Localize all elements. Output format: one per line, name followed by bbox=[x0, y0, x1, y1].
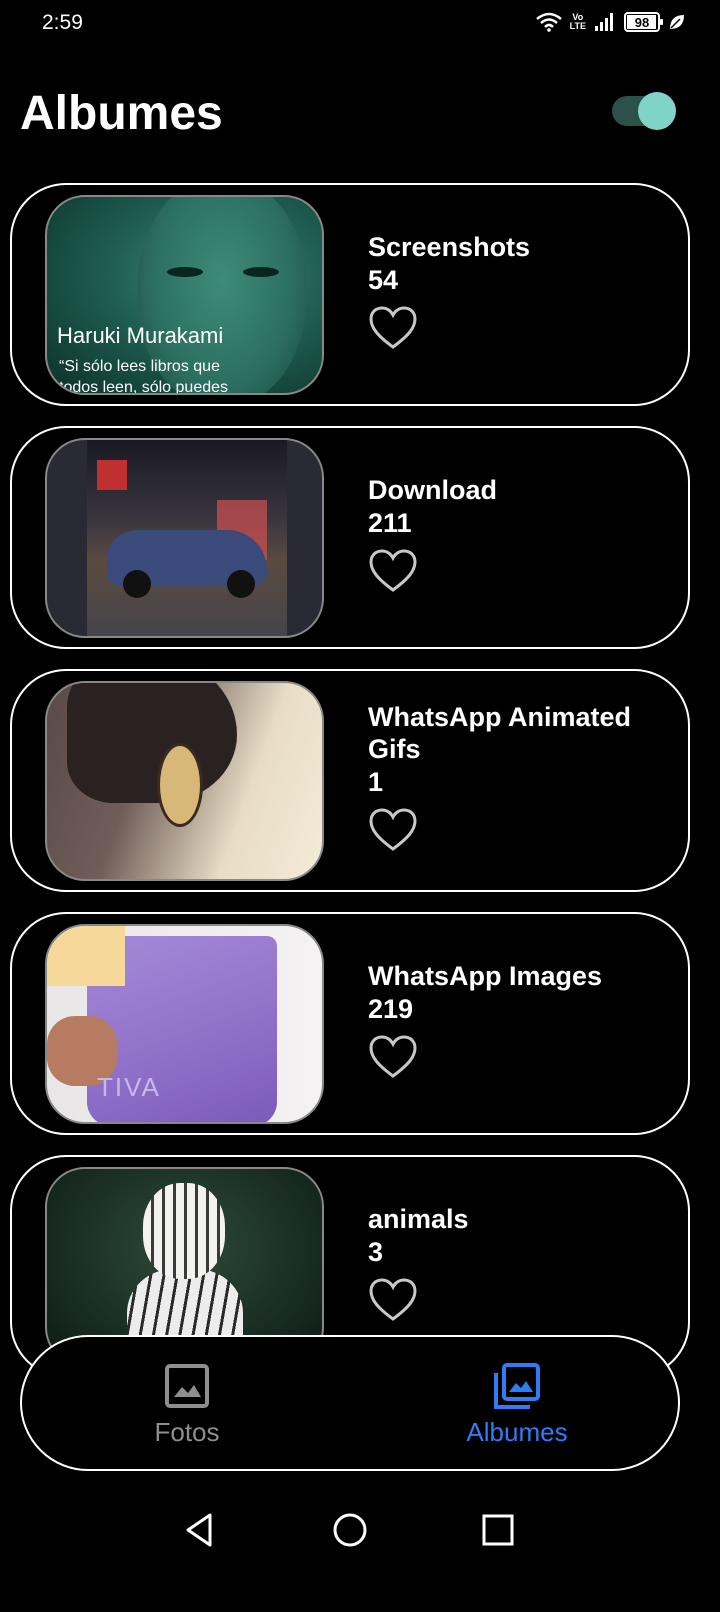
wifi-icon bbox=[535, 12, 562, 32]
album-thumbnail[interactable] bbox=[45, 681, 324, 881]
nav-label-albumes: Albumes bbox=[466, 1417, 568, 1447]
album-card-whatsapp-images[interactable]: TIVA WhatsApp Images 219 bbox=[10, 912, 690, 1135]
status-time: 2:59 bbox=[42, 11, 83, 34]
album-info: Download 211 bbox=[368, 474, 668, 594]
album-count: 54 bbox=[368, 265, 399, 295]
photo-library-icon bbox=[494, 1363, 540, 1409]
album-count: 219 bbox=[368, 994, 414, 1024]
heart-icon[interactable] bbox=[368, 548, 418, 594]
theme-toggle[interactable] bbox=[612, 92, 676, 130]
album-info: WhatsApp Animated Gifs 1 bbox=[368, 701, 668, 853]
album-name: Download bbox=[368, 475, 497, 505]
heart-icon[interactable] bbox=[368, 305, 418, 351]
album-card-download[interactable]: Download 211 bbox=[10, 426, 690, 649]
recents-icon[interactable] bbox=[478, 1510, 518, 1550]
image-icon bbox=[165, 1364, 209, 1408]
album-info: Screenshots 54 bbox=[368, 231, 668, 351]
album-name: Screenshots bbox=[368, 232, 531, 262]
status-icons: Vo LTE 98 bbox=[535, 12, 686, 32]
system-navigation-bar bbox=[0, 1490, 720, 1570]
home-icon[interactable] bbox=[330, 1510, 370, 1550]
album-count: 3 bbox=[368, 1237, 384, 1267]
battery-level: 98 bbox=[634, 14, 650, 30]
album-thumbnail[interactable] bbox=[45, 438, 324, 638]
volte-icon: Vo LTE bbox=[569, 12, 586, 31]
album-name: animals bbox=[368, 1204, 469, 1234]
album-name: WhatsApp Animated Gifs bbox=[368, 702, 631, 764]
battery-icon: 98 bbox=[624, 12, 663, 32]
album-info: WhatsApp Images 219 bbox=[368, 960, 668, 1080]
album-count: 1 bbox=[368, 767, 384, 797]
heart-icon[interactable] bbox=[368, 807, 418, 853]
album-count: 211 bbox=[368, 508, 412, 538]
back-icon[interactable] bbox=[180, 1510, 220, 1550]
page-title: Albumes bbox=[20, 87, 223, 140]
thumbnail-text: TIVA bbox=[97, 1072, 161, 1102]
bottom-navigation: Fotos Albumes bbox=[20, 1335, 680, 1471]
album-thumbnail[interactable]: Haruki Murakami “Si sólo lees libros que… bbox=[45, 195, 324, 395]
album-card-whatsapp-animated-gifs[interactable]: WhatsApp Animated Gifs 1 bbox=[10, 669, 690, 892]
nav-label-fotos: Fotos bbox=[154, 1417, 220, 1447]
album-thumbnail[interactable]: TIVA bbox=[45, 924, 324, 1124]
album-name: WhatsApp Images bbox=[368, 961, 603, 991]
nav-tab-albumes[interactable]: Albumes bbox=[417, 1361, 617, 1448]
thumbnail-caption-quote-2: todos leen, sólo puedes bbox=[59, 379, 229, 395]
leaf-icon bbox=[670, 15, 684, 29]
album-card-screenshots[interactable]: Haruki Murakami “Si sólo lees libros que… bbox=[10, 183, 690, 406]
heart-icon[interactable] bbox=[368, 1277, 418, 1323]
signal-icon bbox=[595, 13, 613, 31]
heart-icon[interactable] bbox=[368, 1034, 418, 1080]
album-info: animals 3 bbox=[368, 1203, 668, 1323]
nav-tab-fotos[interactable]: Fotos bbox=[87, 1361, 287, 1448]
thumbnail-caption-title: Haruki Murakami bbox=[57, 323, 224, 348]
thumbnail-caption-quote-1: “Si sólo lees libros que bbox=[59, 358, 220, 375]
status-bar: 2:59 Vo LTE 98 bbox=[0, 0, 720, 48]
toggle-knob bbox=[638, 92, 676, 130]
